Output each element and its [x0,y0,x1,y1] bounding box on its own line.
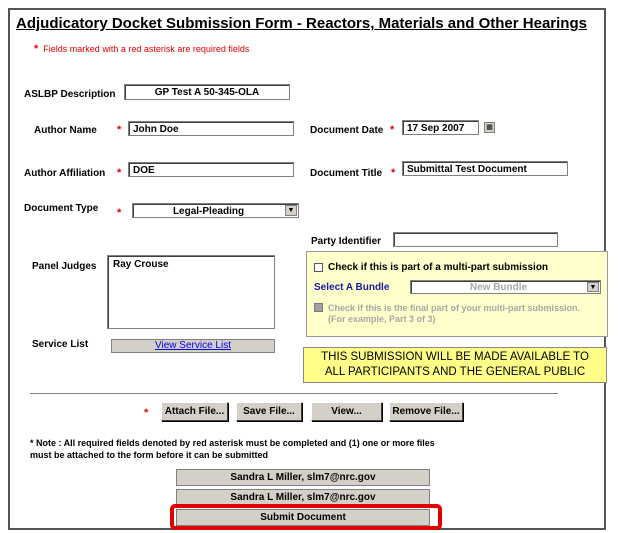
final-part-line-2: (For example, Part 3 of 3) [328,314,436,324]
view-service-list-link[interactable]: View Service List [155,340,231,351]
divider [30,393,558,394]
save-file-button[interactable]: Save File... [236,402,302,421]
document-type-select[interactable]: Legal-Pleading ▼ [132,203,299,218]
public-notice-line-2: ALL PARTICIPANTS AND THE GENERAL PUBLIC [324,366,586,378]
aslbp-field[interactable]: GP Test A 50-345-OLA [124,84,290,100]
required-fields-note: * Fields marked with a red asterisk are … [34,43,249,55]
document-title-required: * [391,167,396,179]
public-notice: THIS SUBMISSION WILL BE MADE AVAILABLE T… [303,347,607,383]
chevron-down-icon[interactable]: ▼ [587,282,599,292]
document-title-field[interactable]: Submittal Test Document [402,161,568,176]
required-asterisk: * [34,43,39,55]
attach-file-button[interactable]: Attach File... [161,402,228,421]
party-identifier-label: Party Identifier [311,236,382,247]
remove-file-button[interactable]: Remove File... [389,402,463,421]
view-file-button[interactable]: View... [311,402,382,421]
multipart-checkbox-label: Check if this is part of a multi-part su… [328,262,549,273]
user-button-1[interactable]: Sandra L Miller, slm7@nrc.gov [176,469,430,486]
document-date-required: * [390,124,395,136]
author-affiliation-required: * [117,167,122,179]
author-affiliation-field[interactable]: DOE [128,162,294,177]
submit-highlight [170,504,442,530]
final-part-line-1: Check if this is the final part of your … [328,303,581,313]
attach-required: * [144,407,149,419]
author-affiliation-label: Author Affiliation [24,168,106,179]
document-title-label: Document Title [310,168,383,179]
submission-note-line-2: must be attached to the form before it c… [30,450,269,460]
document-date-field[interactable]: 17 Sep 2007 [402,120,479,135]
service-list-label: Service List [32,339,89,350]
author-name-field[interactable]: John Doe [128,121,294,136]
party-identifier-field[interactable] [393,232,558,247]
document-type-required: * [117,207,122,219]
form-title: Adjudicatory Docket Submission Form - Re… [16,15,587,32]
aslbp-label: ASLBP Description [24,89,116,100]
required-note-text: Fields marked with a red asterisk are re… [43,44,250,54]
bundle-label: Select A Bundle [314,282,390,293]
panel-judges-list[interactable]: Ray Crouse [107,255,275,329]
panel-judges-label: Panel Judges [32,261,97,272]
document-type-value: Legal-Pleading [172,206,245,217]
document-date-label: Document Date [310,125,384,136]
chevron-down-icon[interactable]: ▼ [285,205,297,216]
bundle-value: New Bundle [469,282,528,293]
author-name-label: Author Name [34,125,97,136]
calendar-icon[interactable]: ▦ [484,122,495,133]
final-part-checkbox[interactable] [314,303,323,312]
final-part-text: Check if this is the final part of your … [328,303,580,325]
submission-note-line-1: * Note : All required fields denoted by … [30,438,435,448]
view-service-list-button[interactable]: View Service List [111,339,275,353]
author-name-required: * [117,124,122,136]
public-notice-line-1: THIS SUBMISSION WILL BE MADE AVAILABLE T… [321,351,589,363]
multipart-checkbox[interactable] [314,263,323,272]
bundle-select[interactable]: New Bundle ▼ [410,280,601,294]
submission-note: * Note : All required fields denoted by … [30,437,435,461]
document-type-label: Document Type [24,203,99,214]
